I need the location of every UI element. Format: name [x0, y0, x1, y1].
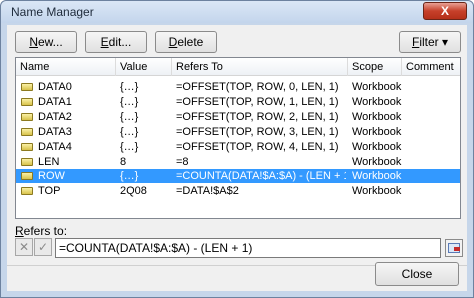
refers-to-label: Refers to:	[15, 224, 67, 238]
edit-button-accel: E	[100, 35, 109, 49]
cell-value: {…}	[120, 140, 139, 153]
cell-refers-to: =8	[176, 155, 189, 168]
refers-to-label-text: efers to:	[23, 224, 68, 238]
cell-scope: Workbook	[352, 140, 402, 153]
name-manager-dialog: Name Manager X New... Edit... Delete Fil…	[0, 0, 474, 298]
column-header-refers-to[interactable]: Refers To	[172, 58, 348, 76]
delete-button[interactable]: Delete	[155, 31, 217, 53]
defined-name-icon	[21, 112, 33, 121]
new-button-accel: N	[29, 35, 38, 49]
dialog-body: New... Edit... Delete Filter ▾ Name Valu…	[7, 25, 467, 291]
names-list-header: Name Value Refers To Scope Comment	[16, 58, 460, 76]
delete-button-accel: D	[168, 35, 178, 49]
table-row[interactable]: LEN 8 =8 Workbook	[16, 155, 460, 169]
cell-name: ROW	[38, 170, 65, 183]
dialog-title: Name Manager	[11, 5, 94, 19]
cell-scope: Workbook	[352, 110, 402, 123]
table-row[interactable]: DATA0 {…} =OFFSET(TOP, ROW, 0, LEN, 1) Work…	[16, 80, 460, 94]
cell-value: 8	[120, 155, 127, 168]
table-row[interactable]: TOP 2Q08 =DATA!$A$2 Workbook	[16, 184, 460, 198]
cell-name: DATA1	[38, 95, 72, 108]
refers-to-row: ✕ ✓ =COUNTA(DATA!$A:$A) - (LEN + 1)	[15, 238, 463, 258]
cell-refers-to: =OFFSET(TOP, ROW, 3, LEN, 1)	[176, 125, 339, 138]
defined-name-icon	[21, 97, 33, 106]
cell-scope: Workbook	[352, 185, 402, 198]
cell-refers-to: =OFFSET(TOP, ROW, 2, LEN, 1)	[176, 110, 339, 123]
column-header-scope[interactable]: Scope	[348, 58, 402, 76]
cell-name: DATA0	[38, 81, 72, 93]
cell-value: {…}	[120, 170, 139, 183]
cell-value: 2Q08	[120, 185, 147, 198]
close-icon[interactable]: X	[423, 2, 467, 20]
cell-name: LEN	[38, 155, 60, 168]
table-row[interactable]: DATA1 {…} =OFFSET(TOP, ROW, 1, LEN, 1) Work…	[16, 95, 460, 109]
defined-name-icon	[21, 187, 33, 196]
cell-scope: Workbook	[352, 81, 402, 93]
checkmark-icon[interactable]: ✓	[34, 238, 52, 256]
table-row[interactable]: DATA2 {…} =OFFSET(TOP, ROW, 2, LEN, 1) Work…	[16, 110, 460, 124]
cell-comment	[406, 140, 460, 154]
cell-value: {…}	[120, 95, 139, 108]
defined-name-icon	[21, 172, 33, 181]
cell-comment	[406, 169, 460, 183]
cell-comment	[406, 110, 460, 124]
cancel-icon[interactable]: ✕	[15, 238, 33, 256]
filter-button[interactable]: Filter ▾	[399, 31, 461, 53]
close-button[interactable]: Close	[375, 262, 459, 286]
cell-value: {…}	[120, 110, 139, 123]
cell-refers-to: =DATA!$A$2	[176, 185, 239, 198]
cell-name: DATA3	[38, 125, 72, 138]
cell-refers-to: =OFFSET(TOP, ROW, 0, LEN, 1)	[176, 81, 339, 93]
table-row[interactable]: DATA3 {…} =OFFSET(TOP, ROW, 3, LEN, 1) Work…	[16, 125, 460, 139]
edit-button-label: dit...	[108, 35, 132, 49]
cell-comment	[406, 184, 460, 198]
cell-comment	[406, 95, 460, 109]
cell-name: DATA2	[38, 110, 72, 123]
refers-to-label-accel: R	[15, 224, 24, 238]
column-header-value[interactable]: Value	[116, 58, 172, 76]
range-select-icon-arrow	[454, 247, 460, 251]
table-row[interactable]: DATA4 {…} =OFFSET(TOP, ROW, 4, LEN, 1) Work…	[16, 140, 460, 154]
defined-name-icon	[21, 142, 33, 151]
edit-button[interactable]: Edit...	[85, 31, 147, 53]
delete-button-label: elete	[177, 35, 204, 49]
cell-comment	[406, 80, 460, 94]
range-select-icon[interactable]	[445, 239, 463, 257]
refers-to-input[interactable]: =COUNTA(DATA!$A:$A) - (LEN + 1)	[55, 238, 441, 258]
cell-value: {…}	[120, 81, 139, 93]
column-header-comment[interactable]: Comment	[402, 58, 460, 76]
cell-refers-to: =COUNTA(DATA!$A:$A) - (LEN + 1)	[176, 170, 346, 183]
filter-button-label: ilter ▾	[419, 35, 449, 49]
cell-comment	[406, 125, 460, 139]
title-bar[interactable]: Name Manager X	[1, 1, 473, 23]
cell-name: DATA4	[38, 140, 72, 153]
new-button[interactable]: New...	[15, 31, 77, 53]
table-row[interactable]: ROW {…} =COUNTA(DATA!$A:$A) - (LEN + 1) Wor…	[16, 169, 460, 184]
cell-value: {…}	[120, 125, 139, 138]
defined-name-icon	[21, 157, 33, 166]
column-header-name[interactable]: Name	[16, 58, 116, 76]
names-list[interactable]: Name Value Refers To Scope Comment DATA0…	[15, 57, 461, 219]
cell-scope: Workbook	[352, 125, 402, 138]
new-button-label: ew...	[37, 35, 63, 49]
defined-name-icon	[21, 127, 33, 136]
cell-name: TOP	[38, 185, 61, 198]
cell-scope: Workbook	[352, 170, 402, 183]
cell-refers-to: =OFFSET(TOP, ROW, 4, LEN, 1)	[176, 140, 339, 153]
cell-comment	[406, 155, 460, 169]
cell-scope: Workbook	[352, 155, 402, 168]
defined-name-icon	[21, 83, 33, 91]
cell-refers-to: =OFFSET(TOP, ROW, 1, LEN, 1)	[176, 95, 339, 108]
cell-scope: Workbook	[352, 95, 402, 108]
